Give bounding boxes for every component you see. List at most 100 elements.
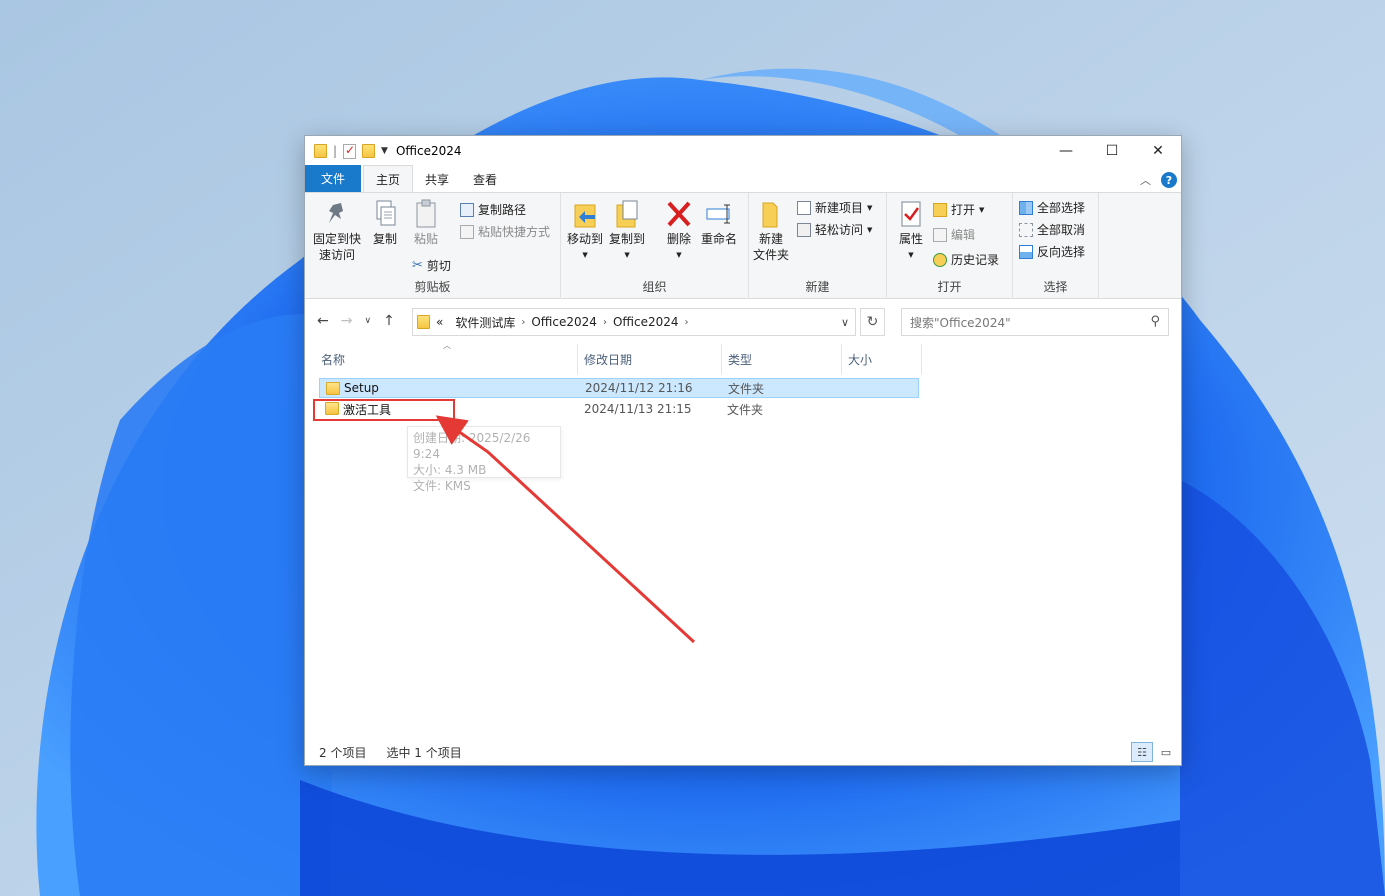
delete-button[interactable]: 删除 ▼ [665,199,693,263]
breadcrumb-separator-icon[interactable]: › [521,317,525,328]
ribbon: 固定到快 速访问 复制 粘贴 复制路径 粘贴快捷方式 ✂ 剪切 剪贴板 移动到 … [305,193,1181,299]
window-title: Office2024 [395,144,462,158]
nav-buttons: ← → ∨ ↑ [317,313,395,329]
breadcrumb-separator-icon[interactable]: › [685,317,689,328]
tab-share[interactable]: 共享 [413,167,461,192]
easy-access-icon [797,222,811,237]
rename-icon [706,204,730,224]
move-to-icon [574,204,596,228]
edit-label: 编辑 [951,228,976,242]
paste-shortcut-button[interactable]: 粘贴快捷方式 [460,223,550,240]
rename-button[interactable]: 重命名 [701,199,737,247]
refresh-icon[interactable]: ↻ [860,308,885,336]
tab-view[interactable]: 查看 [461,167,509,192]
invert-selection-label: 反向选择 [1037,245,1086,259]
file-name: Setup [344,381,379,395]
easy-access-button[interactable]: 轻松访问 ▼ [797,221,872,238]
column-size[interactable]: 大小 [842,344,922,374]
breadcrumb-item[interactable]: 软件测试库 [455,314,515,331]
new-group: 新建 文件夹 新建项目 ▼ 轻松访问 ▼ 新建 [749,193,887,299]
paste-shortcut-icon [460,224,474,239]
invert-selection-button[interactable]: 反向选择 [1019,243,1085,260]
file-explorer-window: | ▼ Office2024 — ☐ ✕ 文件 主页 共享 查看 ︿ ? 固定到… [304,135,1182,766]
dropdown-arrow-icon: ▼ [582,251,588,259]
clipboard-group-label: 剪贴板 [414,280,451,294]
pin-quick-access-button[interactable]: 固定到快 速访问 [313,199,361,263]
tooltip-line: 大小: 4.3 MB [413,463,487,477]
rename-label: 重命名 [701,232,738,246]
folder-icon[interactable] [314,144,327,158]
column-modified[interactable]: 修改日期 [578,344,722,374]
history-button[interactable]: 历史记录 [933,251,999,268]
toolbar-separator: | [333,144,338,158]
breadcrumb-separator-icon[interactable]: › [603,317,607,328]
up-arrow-icon[interactable]: ↑ [383,313,395,329]
dropdown-arrow-icon: ▼ [867,225,873,234]
pin-icon [329,203,343,223]
maximize-button[interactable]: ☐ [1089,136,1135,166]
copy-path-button[interactable]: 复制路径 [460,201,526,218]
select-none-button[interactable]: 全部取消 [1019,221,1085,238]
copy-icon [376,200,396,226]
open-button[interactable]: 打开 ▼ [933,201,984,218]
tab-home[interactable]: 主页 [363,165,414,192]
details-view-icon[interactable]: ☷ [1131,742,1153,762]
select-group-label: 选择 [1043,280,1068,294]
column-type[interactable]: 类型 [722,344,842,374]
organize-group: 移动到 ▼ 复制到 ▼ 删除 ▼ 重命名 组织 [561,193,749,299]
copy-to-button[interactable]: 复制到 ▼ [609,199,645,263]
move-to-button[interactable]: 移动到 ▼ [567,199,603,263]
selected-count: 选中 1 个项目 [386,745,462,760]
properties-button[interactable]: 属性 ▼ [897,199,925,263]
select-none-label: 全部取消 [1037,223,1086,237]
history-icon [933,252,947,267]
pin-label-line1: 固定到快 [313,232,362,246]
item-tooltip: 创建日期: 2025/2/26 9:24 大小: 4.3 MB 文件: KMS [407,426,561,493]
close-button[interactable]: ✕ [1135,136,1181,166]
list-item[interactable]: Setup 2024/11/12 21:16 文件夹 [319,378,919,398]
help-icon[interactable]: ? [1161,172,1177,188]
status-bar: 2 个项目 选中 1 个项目 ☷ ▭ [305,739,1181,765]
forward-arrow-icon[interactable]: → [341,313,353,329]
minimize-button[interactable]: — [1043,136,1089,166]
copy-button[interactable]: 复制 [371,199,399,247]
column-name[interactable]: 名称 [315,344,578,374]
organize-group-label: 组织 [642,280,667,294]
large-icons-view-icon[interactable]: ▭ [1155,742,1177,762]
new-folder-icon[interactable] [362,144,376,158]
new-item-button[interactable]: 新建项目 ▼ [797,199,872,216]
cut-button[interactable]: ✂ 剪切 [412,257,451,274]
copy-label: 复制 [372,232,397,246]
address-dropdown-chevron-icon[interactable]: ∨ [835,309,855,335]
select-group: 全部选择 全部取消 反向选择 选择 [1013,193,1099,299]
open-label: 打开 [951,203,976,217]
new-folder-button[interactable]: 新建 文件夹 [753,199,789,263]
paste-button[interactable]: 粘贴 [412,199,440,247]
address-bar[interactable]: « 软件测试库 › Office2024 › Office2024 › ∨ [412,308,856,336]
collapse-ribbon-chevron-icon[interactable]: ︿ [1140,172,1151,188]
tab-file[interactable]: 文件 [305,165,361,192]
breadcrumb-item[interactable]: Office2024 [613,315,679,329]
recent-locations-chevron-icon[interactable]: ∨ [364,316,371,329]
file-modified: 2024/11/12 21:16 [585,381,693,395]
breadcrumb-overflow[interactable]: « [436,315,443,329]
move-to-label: 移动到 [567,232,604,246]
breadcrumb-item[interactable]: Office2024 [531,315,597,329]
dropdown-arrow-icon: ▼ [624,251,630,259]
search-input[interactable]: 搜索"Office2024" ⚲ [901,308,1169,336]
select-none-icon [1019,222,1033,237]
dropdown-arrow-icon: ▼ [676,251,682,259]
clipboard-group: 固定到快 速访问 复制 粘贴 复制路径 粘贴快捷方式 ✂ 剪切 剪贴板 [305,193,561,299]
select-all-label: 全部选择 [1037,201,1086,215]
new-folder-icon [762,202,778,228]
back-arrow-icon[interactable]: ← [317,313,329,329]
properties-icon[interactable] [343,143,357,159]
select-all-button[interactable]: 全部选择 [1019,199,1085,216]
cut-label: 剪切 [426,259,451,273]
window-controls: — ☐ ✕ [1043,136,1181,166]
customize-toolbar-chevron-icon[interactable]: ▼ [381,146,388,156]
edit-button[interactable]: 编辑 [933,226,975,243]
folder-icon [326,382,340,395]
dropdown-arrow-icon: ▼ [908,251,914,259]
dropdown-arrow-icon: ▼ [979,205,985,214]
